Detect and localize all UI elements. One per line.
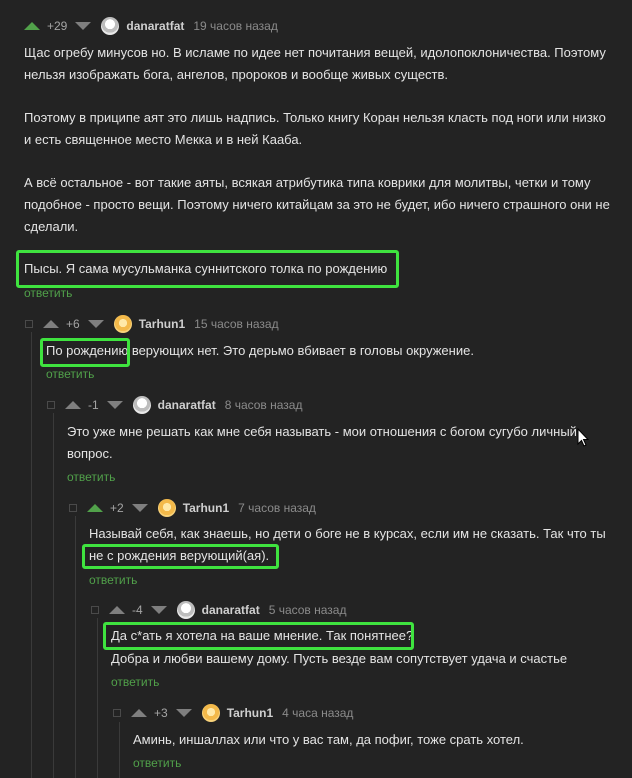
comment-paragraph: Щас огребу минусов но. В исламе по идее …: [24, 45, 606, 82]
comment-author[interactable]: danaratfat: [202, 603, 260, 617]
comment-paragraph: По рождению верующих нет. Это дерьмо вби…: [46, 343, 474, 358]
comment-header: +29 danaratfat 19 часов назад: [24, 17, 278, 35]
comment-header: -1 danaratfat 8 часов назад: [47, 396, 302, 414]
reply-link[interactable]: ответить: [89, 573, 137, 587]
comment-author[interactable]: Tarhun1: [227, 706, 273, 720]
vote-up-icon[interactable]: [65, 401, 81, 409]
comment-author[interactable]: Tarhun1: [139, 317, 185, 331]
comment-rating: +29: [47, 19, 68, 33]
reply-link[interactable]: ответить: [133, 756, 181, 770]
comment-rating: +6: [66, 317, 80, 331]
comment-time[interactable]: 19 часов назад: [193, 19, 277, 33]
collapse-toggle[interactable]: [113, 709, 121, 717]
comment-paragraph: Это уже мне решать как мне себя называть…: [67, 424, 577, 461]
thread-line: [31, 332, 32, 778]
vote-down-icon[interactable]: [131, 504, 148, 512]
comment-header: -4 danaratfat 5 часов назад: [91, 601, 346, 619]
avatar[interactable]: [132, 396, 151, 414]
vote-down-icon[interactable]: [87, 320, 104, 328]
reply-link[interactable]: ответить: [111, 675, 159, 689]
avatar[interactable]: [101, 17, 120, 35]
highlight-box: [16, 250, 399, 288]
comment-time[interactable]: 4 часа назад: [282, 706, 353, 720]
collapse-toggle[interactable]: [47, 401, 55, 409]
comment-time[interactable]: 8 часов назад: [225, 398, 303, 412]
reply-link[interactable]: ответить: [24, 286, 72, 300]
comment-header: +3 Tarhun1 4 часа назад: [113, 704, 353, 722]
comment-author[interactable]: Tarhun1: [183, 501, 229, 515]
collapse-toggle[interactable]: [91, 606, 99, 614]
comment-rating: -4: [132, 603, 143, 617]
avatar[interactable]: [157, 499, 176, 517]
comment-paragraph: Добра и любви вашему дому. Пусть везде в…: [111, 651, 568, 666]
comment-rating: +2: [110, 501, 124, 515]
avatar[interactable]: [113, 315, 132, 333]
vote-up-icon[interactable]: [24, 22, 40, 30]
collapse-toggle[interactable]: [69, 504, 77, 512]
thread-line: [75, 516, 76, 778]
vote-up-icon[interactable]: [87, 504, 103, 512]
comment-paragraph: Поэтому в приципе аят это лишь надпись. …: [24, 110, 606, 147]
thread-line: [97, 618, 98, 778]
comment-rating: -1: [88, 398, 99, 412]
reply-link[interactable]: ответить: [67, 470, 115, 484]
comment-time[interactable]: 7 часов назад: [238, 501, 316, 515]
vote-down-icon[interactable]: [106, 401, 123, 409]
avatar[interactable]: [201, 704, 220, 722]
comment-rating: +3: [154, 706, 168, 720]
mouse-cursor-icon: [577, 428, 589, 447]
comment-time[interactable]: 15 часов назад: [194, 317, 278, 331]
comment-paragraph: А всё остальное - вот такие аяты, всякая…: [24, 175, 610, 234]
comment-time[interactable]: 5 часов назад: [269, 603, 347, 617]
reply-link[interactable]: ответить: [46, 367, 94, 381]
comment-author[interactable]: danaratfat: [158, 398, 216, 412]
thread-line: [53, 413, 54, 778]
highlight-box: [103, 622, 414, 650]
vote-down-icon[interactable]: [150, 606, 167, 614]
comment-header: +2 Tarhun1 7 часов назад: [69, 499, 316, 517]
vote-up-icon[interactable]: [109, 606, 125, 614]
vote-down-icon[interactable]: [75, 22, 92, 30]
vote-down-icon[interactable]: [175, 709, 192, 717]
comment-paragraph: Аминь, иншаллах или что у вас там, да по…: [133, 732, 524, 747]
highlight-box: [82, 544, 279, 569]
comment-header: +6 Tarhun1 15 часов назад: [25, 315, 279, 333]
vote-up-icon[interactable]: [43, 320, 59, 328]
comment-author[interactable]: danaratfat: [126, 19, 184, 33]
avatar[interactable]: [176, 601, 195, 619]
thread-line: [119, 722, 120, 778]
highlight-box: [40, 338, 130, 367]
collapse-toggle[interactable]: [25, 320, 33, 328]
vote-up-icon[interactable]: [131, 709, 147, 717]
